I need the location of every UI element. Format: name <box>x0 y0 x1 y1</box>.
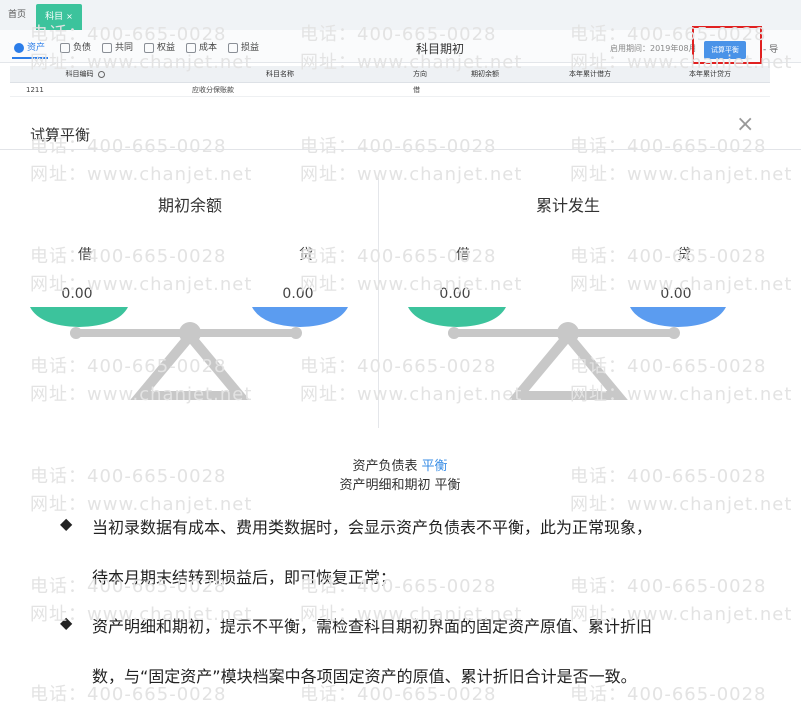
category-label: 资产 <box>27 43 46 53</box>
watermark-phone: 电话：400-665-0028 <box>300 136 497 157</box>
category-label: 损益 <box>241 43 260 53</box>
balance-scale-icon <box>408 307 726 400</box>
watermark-phone: 电话：400-665-0028 <box>30 246 227 267</box>
more-menu[interactable]: - 导 <box>763 42 778 55</box>
bullet-icon: ◆ <box>60 613 73 632</box>
watermark-site: 网址：www.chanjet.net <box>570 494 793 515</box>
liability-icon <box>60 43 70 53</box>
period-value: 2019年08月 <box>650 44 697 53</box>
asset-icon <box>14 43 24 53</box>
category-label: 负债 <box>73 43 92 53</box>
note-line: 数，与“固定资产”模块档案中各项固定资产的原值、累计折旧合计是否一致。 <box>92 667 637 686</box>
category-tab-common[interactable]: 共同 <box>102 40 133 56</box>
tab-kemu-label: 科目 <box>45 12 64 22</box>
watermark-phone: 电话：400-665-0028 <box>570 246 767 267</box>
gear-icon[interactable] <box>97 70 105 78</box>
col-header-opening: 期初余额 <box>471 70 499 78</box>
close-icon[interactable]: × <box>66 12 73 21</box>
category-tab-equity[interactable]: 权益 <box>144 40 175 56</box>
equity-icon <box>144 43 154 53</box>
category-tab-profit-loss[interactable]: 损益 <box>228 40 259 56</box>
credit-label: 贷 <box>299 247 313 263</box>
dialog-divider <box>0 149 801 150</box>
col-header-credit-ytd: 本年累计贷方 <box>689 70 731 78</box>
watermark-site: 网址：www.chanjet.net <box>30 494 253 515</box>
period-label: 启用期间： <box>610 44 650 53</box>
note-line: 当初录数据有成本、费用类数据时，会显示资产负债表不平衡，此为正常现象， <box>92 518 653 537</box>
category-tab-liability[interactable]: 负债 <box>60 40 91 56</box>
period-info: 启用期间：2019年08月 <box>610 43 697 54</box>
row-code: 1211 <box>26 86 44 94</box>
col-header-debit-ytd: 本年累计借方 <box>569 70 611 78</box>
highlight-box <box>692 26 762 64</box>
category-label: 权益 <box>157 43 176 53</box>
status-label: 资产明细和期初 <box>339 478 431 493</box>
col-header-code[interactable]: 科目编码 <box>10 66 160 82</box>
status-value: 平衡 <box>434 478 461 493</box>
table-row[interactable]: 1211 应收分保账款 借 <box>10 84 770 97</box>
watermark-phone: 电话：400-665-0028 <box>570 466 767 487</box>
debit-label: 借 <box>456 247 470 263</box>
balance-scale-icon <box>30 307 348 400</box>
tab-home[interactable]: 首页 <box>0 0 34 30</box>
app-tab-bar <box>0 0 801 31</box>
debit-label: 借 <box>78 247 92 263</box>
category-tab-asset[interactable]: 资产 <box>14 40 45 56</box>
bullet-icon: ◆ <box>60 514 73 533</box>
close-icon[interactable]: × <box>736 112 754 137</box>
tab-kemu[interactable]: 科目 × <box>36 4 82 30</box>
col-header-name: 科目名称 <box>266 70 294 78</box>
col-header-direction: 方向 <box>413 70 427 78</box>
note-item: ◆ 资产明细和期初，提示不平衡，需检查科目期初界面的固定资产原值、累计折旧 数，… <box>60 613 790 693</box>
category-label: 共同 <box>115 43 134 53</box>
status-value: 平衡 <box>421 459 448 474</box>
subject-table-header: 科目编码 科目名称 方向 期初余额 本年累计借方 本年累计贷方 <box>10 66 770 83</box>
asset-detail-status: 资产明细和期初 平衡 <box>290 474 510 493</box>
category-label: 成本 <box>199 43 218 53</box>
page-title: 科目期初 <box>415 42 464 56</box>
watermark-site: 网址：www.chanjet.net <box>570 164 793 185</box>
row-direction: 借 <box>413 86 420 94</box>
col-header-label: 科目编码 <box>65 70 94 78</box>
credit-label: 贷 <box>677 247 691 263</box>
watermark-phone: 电话：400-665-0028 <box>30 466 227 487</box>
note-line: 待本月期末结转到损益后，即可恢复正常； <box>92 568 397 587</box>
row-name: 应收分保账款 <box>192 86 234 94</box>
balance-sheet-status: 资产负债表 平衡 <box>300 455 500 474</box>
panel-title-opening: 期初余额 <box>157 196 222 215</box>
category-tab-cost[interactable]: 成本 <box>186 40 217 56</box>
active-tab-underline <box>12 57 48 59</box>
panel-title-accumulated: 累计发生 <box>535 196 600 215</box>
status-label: 资产负债表 <box>352 459 418 474</box>
profit-loss-icon <box>228 43 238 53</box>
common-icon <box>102 43 112 53</box>
note-item: ◆ 当初录数据有成本、费用类数据时，会显示资产负债表不平衡，此为正常现象， 待本… <box>60 514 790 594</box>
panel-divider <box>378 178 379 428</box>
dialog-title: 试算平衡 <box>30 126 91 144</box>
note-line: 资产明细和期初，提示不平衡，需检查科目期初界面的固定资产原值、累计折旧 <box>92 617 653 636</box>
watermark-site: 网址：www.chanjet.net <box>30 164 253 185</box>
cost-icon <box>186 43 196 53</box>
watermark-site: 网址：www.chanjet.net <box>300 164 523 185</box>
